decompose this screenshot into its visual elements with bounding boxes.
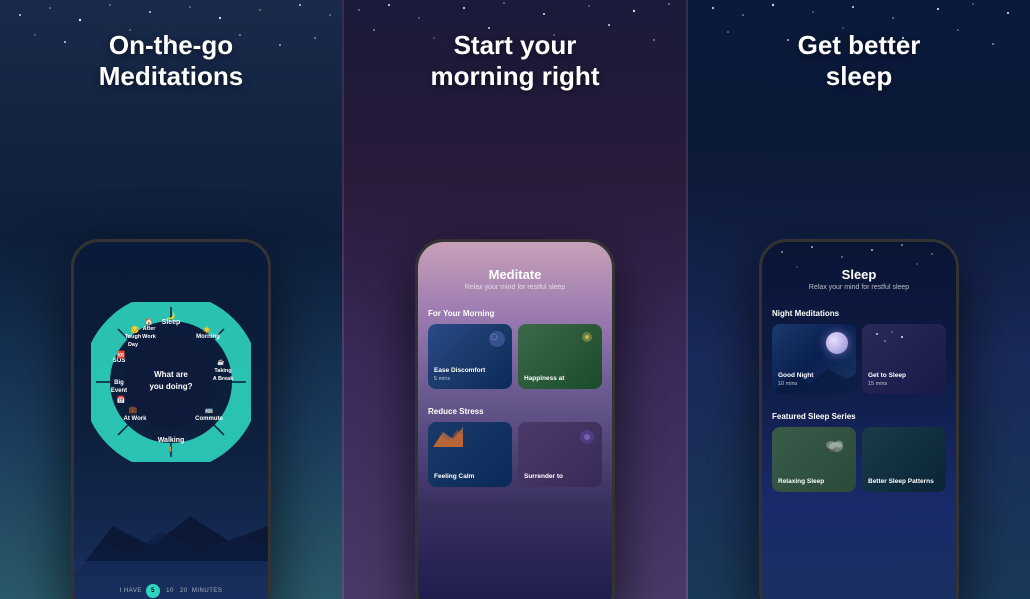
phone-2-section-morning: For Your Morning Ease Discomfort 5 mins xyxy=(418,301,612,393)
svg-text:you doing?: you doing? xyxy=(149,382,192,391)
card-good-night: Good Night 10 mins xyxy=(772,324,856,394)
phone-mockup-2: Meditate Relax your mind for restful sle… xyxy=(415,239,615,599)
svg-text:Walking: Walking xyxy=(158,437,185,444)
svg-text:☀️: ☀️ xyxy=(203,325,212,334)
card-good-night-label: Good Night 10 mins xyxy=(778,372,813,388)
card-ease-discomfort: Ease Discomfort 5 mins xyxy=(428,324,512,389)
svg-text:After: After xyxy=(143,326,157,332)
svg-text:Commute: Commute xyxy=(195,416,223,422)
svg-text:A Break: A Break xyxy=(213,376,235,382)
svg-text:🌙: 🌙 xyxy=(167,311,176,320)
phone-3-card-row-2: Relaxing Sleep Better Sleep Patterns xyxy=(772,427,946,492)
phone-3-card-row-1: Good Night 10 mins Get to xyxy=(772,324,946,394)
phone-2-card-row-1: Ease Discomfort 5 mins Happiness at xyxy=(428,324,602,389)
phone-2-header-title: Meditate xyxy=(430,267,600,282)
card-feeling-calm: Feeling Calm xyxy=(428,422,512,487)
card-surrender: Surrender to xyxy=(518,422,602,487)
svg-text:At Work: At Work xyxy=(124,416,148,422)
svg-text:Day: Day xyxy=(128,342,139,348)
svg-text:Big: Big xyxy=(114,380,124,386)
phone-2-card-row-2: Feeling Calm Surrender to xyxy=(428,422,602,487)
meditation-wheel: What are you doing? Sleep Morning Taking… xyxy=(91,302,251,462)
phone-2-section2-title: Reduce Stress xyxy=(428,407,602,416)
phone-mockup-3: Sleep Relax your mind for restful sleep … xyxy=(759,239,959,599)
svg-text:💼: 💼 xyxy=(129,406,138,414)
card-relaxing-sleep: Relaxing Sleep xyxy=(772,427,856,492)
svg-text:🏠: 🏠 xyxy=(145,317,154,326)
svg-text:Taking: Taking xyxy=(214,368,231,374)
card-get-to-sleep-label: Get to Sleep 15 mins xyxy=(868,372,906,388)
svg-text:🚶: 🚶 xyxy=(167,445,176,454)
phone-2-section1-title: For Your Morning xyxy=(428,309,602,318)
svg-text:Work: Work xyxy=(142,334,157,340)
svg-text:😔: 😔 xyxy=(131,325,140,334)
panel-1-title: On-the-go Meditations xyxy=(79,30,263,92)
svg-text:What are: What are xyxy=(154,370,188,379)
card4-label: Surrender to xyxy=(524,473,563,481)
svg-text:Morning: Morning xyxy=(196,334,220,340)
panel-3-title: Get better sleep xyxy=(778,30,941,92)
svg-text:Event: Event xyxy=(111,388,127,394)
card-happiness: Happiness at xyxy=(518,324,602,389)
panel-meditations: On-the-go Meditations What are y xyxy=(0,0,342,599)
card-better-sleep: Better Sleep Patterns xyxy=(862,427,946,492)
svg-text:Tough: Tough xyxy=(125,334,142,340)
svg-text:🆘: 🆘 xyxy=(117,350,126,359)
phone-2-header-subtitle: Relax your mind for restful sleep xyxy=(430,284,600,291)
card-get-to-sleep: Get to Sleep 15 mins xyxy=(862,324,946,394)
card2-label: Happiness at xyxy=(524,375,564,383)
phone-mockup-1: What are you doing? Sleep Morning Taking… xyxy=(71,239,271,599)
phone-3-section2-title: Featured Sleep Series xyxy=(772,412,946,421)
svg-text:📅: 📅 xyxy=(117,395,126,404)
card-relaxing-sleep-label: Relaxing Sleep xyxy=(778,478,824,486)
panel-2-title: Start your morning right xyxy=(411,30,620,92)
phone-2-header: Meditate Relax your mind for restful sle… xyxy=(418,242,612,301)
svg-text:☕: ☕ xyxy=(217,358,225,366)
svg-text:Sleep: Sleep xyxy=(162,319,181,326)
panel-sleep: Get better sleep Sleep Relax your mind f… xyxy=(688,0,1030,599)
panel-morning: Start your morning right Meditate Relax … xyxy=(342,0,688,599)
card1-label: Ease Discomfort 5 mins xyxy=(434,367,485,383)
svg-text:🚌: 🚌 xyxy=(205,407,214,414)
card3-label: Feeling Calm xyxy=(434,473,474,481)
phone-3-section-featured: Featured Sleep Series Relaxing Sleep xyxy=(762,404,956,496)
minutes-bar: I HAVE 5 10 20 MINUTES xyxy=(74,584,268,598)
card-better-sleep-label: Better Sleep Patterns xyxy=(868,478,934,486)
phone-2-section-stress: Reduce Stress Feeling Calm xyxy=(418,399,612,491)
